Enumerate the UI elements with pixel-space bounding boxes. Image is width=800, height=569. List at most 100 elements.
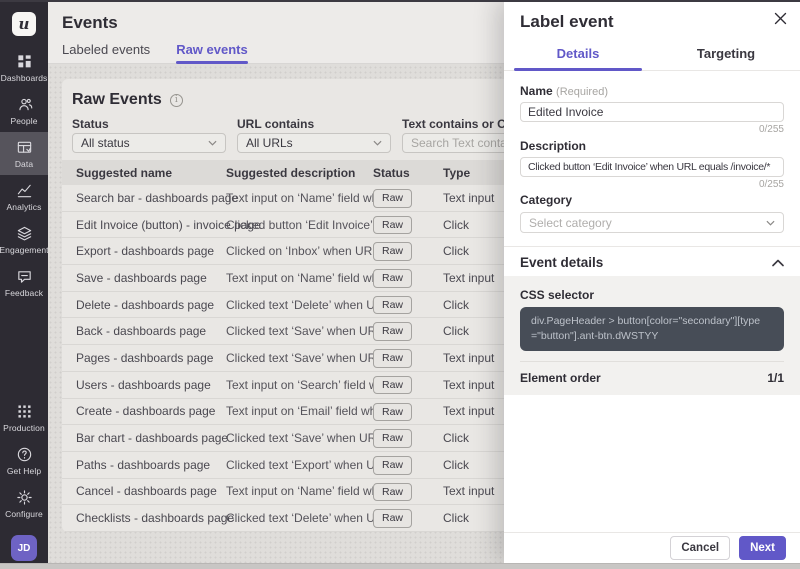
tab-raw-events[interactable]: Raw events	[176, 42, 248, 63]
sidebar-item-analytics[interactable]: Analytics	[0, 175, 48, 218]
app-logo[interactable]: u	[12, 12, 36, 36]
status-badge[interactable]: Raw	[373, 242, 412, 261]
row-suggested-description: Clicked text ‘Delete’ when URL e...	[226, 298, 373, 312]
filter-url-contains: URL containsAll URLs	[237, 117, 391, 153]
people-icon	[16, 96, 33, 113]
category-select[interactable]: Select category	[520, 212, 784, 233]
grid-icon	[16, 403, 33, 420]
column-header: Status	[373, 166, 443, 180]
category-placeholder: Select category	[529, 216, 612, 230]
drawer-tab-details[interactable]: Details	[504, 40, 652, 70]
sidebar: u Dashboards People Data Analytics Engagemen…	[0, 0, 48, 569]
row-suggested-name: Save - dashboards page	[76, 271, 226, 285]
sidebar-item-engagement[interactable]: Engagement	[0, 218, 48, 261]
filter-status: StatusAll status	[72, 117, 226, 153]
row-status-cell: Raw	[373, 295, 443, 315]
sidebar-item-production[interactable]: Production	[0, 396, 48, 439]
element-order-label: Element order	[520, 371, 601, 385]
filter-select[interactable]: All status	[72, 133, 226, 153]
feedback-icon	[16, 268, 33, 285]
app-window: u Dashboards People Data Analytics Engagemen…	[0, 0, 800, 569]
element-order-row: Element order 1/1	[520, 362, 784, 395]
sidebar-item-label: Data	[15, 159, 33, 169]
row-status-cell: Raw	[373, 508, 443, 528]
category-label: Category	[520, 193, 784, 207]
row-suggested-name: Pages - dashboards page	[76, 351, 226, 365]
sidebar-item-data[interactable]: Data	[0, 132, 48, 175]
filter-value: All URLs	[246, 136, 293, 150]
data-icon	[16, 139, 33, 156]
drawer-tabs: DetailsTargeting	[504, 40, 800, 71]
chevron-up-icon	[772, 259, 784, 267]
status-badge[interactable]: Raw	[373, 269, 412, 288]
status-badge[interactable]: Raw	[373, 189, 412, 208]
status-badge[interactable]: Raw	[373, 376, 412, 395]
description-label: Description	[520, 139, 784, 153]
name-counter: 0/255	[520, 124, 784, 135]
status-badge[interactable]: Raw	[373, 322, 412, 341]
help-icon	[16, 446, 33, 463]
description-field[interactable]	[520, 157, 784, 177]
drawer-tab-targeting[interactable]: Targeting	[652, 40, 800, 70]
sidebar-item-label: Get Help	[7, 466, 41, 476]
row-status-cell: Raw	[373, 375, 443, 395]
row-suggested-description: Clicked text ‘Save’ when URL eq...	[226, 351, 373, 365]
row-status-cell: Raw	[373, 402, 443, 422]
row-suggested-name: Search bar - dashboards page	[76, 191, 226, 205]
name-field[interactable]	[520, 102, 784, 122]
event-details-title: Event details	[520, 255, 603, 270]
drawer-title: Label event	[504, 0, 800, 32]
row-suggested-name: Users - dashboards page	[76, 378, 226, 392]
css-selector-label: CSS selector	[520, 288, 784, 302]
row-suggested-description: Text input on ‘Name’ field when...	[226, 271, 373, 285]
row-status-cell: Raw	[373, 215, 443, 235]
next-button[interactable]: Next	[739, 536, 786, 560]
status-badge[interactable]: Raw	[373, 296, 412, 315]
status-badge[interactable]: Raw	[373, 403, 412, 422]
sidebar-nav-bottom: Production Get Help Configure	[0, 396, 48, 529]
sidebar-item-get-help[interactable]: Get Help	[0, 439, 48, 482]
status-badge[interactable]: Raw	[373, 456, 412, 475]
row-suggested-name: Paths - dashboards page	[76, 458, 226, 472]
row-suggested-name: Delete - dashboards page	[76, 298, 226, 312]
status-badge[interactable]: Raw	[373, 509, 412, 528]
close-icon[interactable]	[768, 6, 792, 30]
row-suggested-name: Edit Invoice (button) - invoice page	[76, 218, 226, 232]
event-details-header[interactable]: Event details	[504, 247, 800, 276]
name-label: Name (Required)	[520, 84, 784, 98]
cancel-button[interactable]: Cancel	[670, 536, 730, 560]
sidebar-item-dashboards[interactable]: Dashboards	[0, 46, 48, 89]
row-suggested-description: Clicked on ‘Inbox’ when URL eq...	[226, 244, 373, 258]
column-header: Suggested name	[76, 166, 226, 180]
sidebar-nav: Dashboards People Data Analytics Engagement F…	[0, 46, 48, 304]
window-bottom-edge	[0, 563, 800, 569]
sidebar-item-label: Dashboards	[1, 73, 48, 83]
name-required-hint: (Required)	[556, 86, 608, 98]
row-suggested-description: Clicked text ‘Save’ when URL eq...	[226, 324, 373, 338]
status-badge[interactable]: Raw	[373, 429, 412, 448]
avatar[interactable]: JD	[11, 535, 37, 561]
row-status-cell: Raw	[373, 321, 443, 341]
row-status-cell: Raw	[373, 428, 443, 448]
sidebar-item-people[interactable]: People	[0, 89, 48, 132]
status-badge[interactable]: Raw	[373, 216, 412, 235]
filter-select[interactable]: All URLs	[237, 133, 391, 153]
description-counter: 0/255	[520, 179, 784, 190]
status-badge[interactable]: Raw	[373, 483, 412, 502]
chevron-down-icon	[766, 220, 775, 226]
row-status-cell: Raw	[373, 268, 443, 288]
sidebar-item-configure[interactable]: Configure	[0, 482, 48, 525]
window-top-edge	[0, 0, 800, 2]
info-icon[interactable]: i	[170, 94, 183, 107]
column-header: Suggested description	[226, 166, 373, 180]
status-badge[interactable]: Raw	[373, 349, 412, 368]
gear-icon	[16, 489, 33, 506]
sidebar-item-feedback[interactable]: Feedback	[0, 261, 48, 304]
row-suggested-description: Text input on ‘Email’ field when...	[226, 404, 373, 418]
sidebar-item-label: Configure	[5, 509, 43, 519]
label-event-drawer: Label event DetailsTargeting Name (Requi…	[504, 0, 800, 563]
sidebar-item-label: Feedback	[5, 288, 43, 298]
sidebar-item-label: Engagement	[0, 245, 49, 255]
tab-labeled-events[interactable]: Labeled events	[62, 42, 150, 63]
row-suggested-name: Cancel - dashboards page	[76, 484, 226, 498]
